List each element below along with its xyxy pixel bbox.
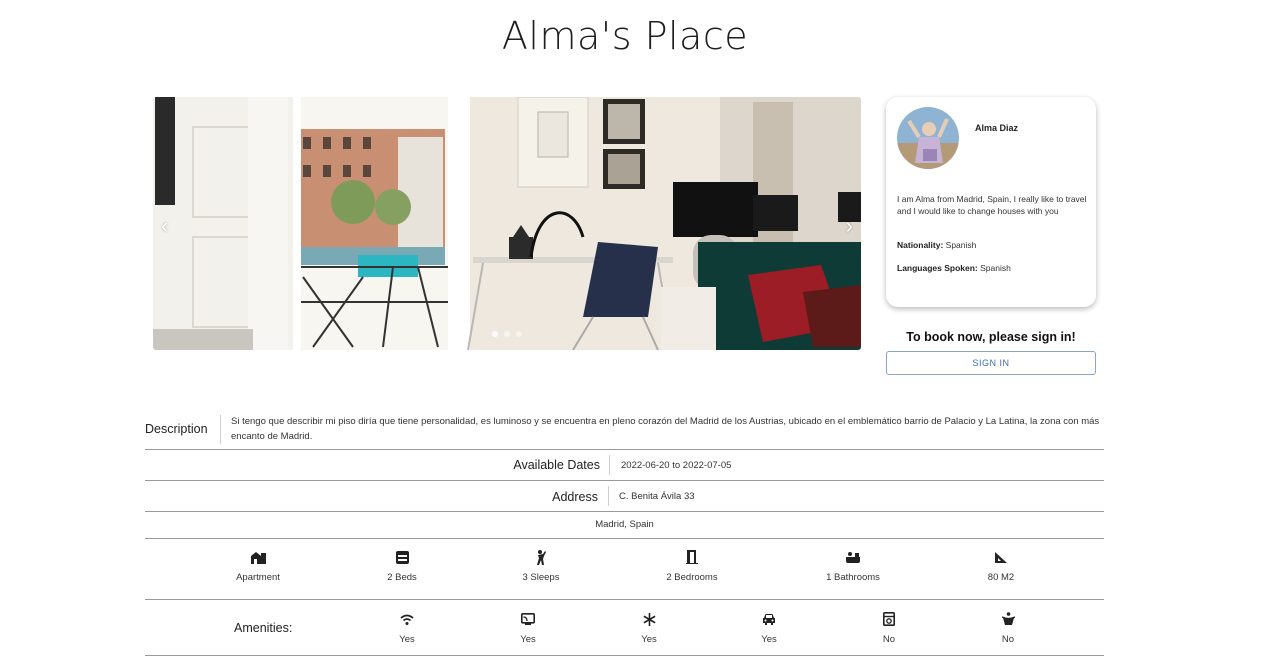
area-icon [995, 551, 1007, 563]
divider [145, 511, 1104, 512]
host-nationality: Nationality: Spanish [897, 240, 976, 250]
amenity-tv: Yes [468, 610, 588, 645]
feature-label: 3 Sleeps [522, 572, 560, 583]
amenity-value: No [1001, 634, 1015, 645]
amenity-value: Yes [399, 634, 415, 645]
amenity-value: Yes [641, 634, 657, 645]
snowflake-icon [642, 612, 656, 626]
feature-bathrooms: 1 Bathrooms [793, 548, 913, 583]
amenity-wifi: Yes [347, 610, 467, 645]
amenity-value: No [882, 634, 896, 645]
dates-label: Available Dates [513, 458, 600, 472]
divider [145, 480, 1104, 481]
nationality-value: Spanish [945, 240, 977, 250]
tv-icon [521, 613, 535, 625]
apartment-icon [250, 551, 266, 564]
carousel-next-button[interactable]: › [846, 213, 853, 239]
feature-label: 2 Bedrooms [666, 572, 718, 583]
bathtub-icon [846, 551, 860, 563]
nationality-label: Nationality: [897, 240, 944, 250]
feature-label: 80 M2 [987, 572, 1015, 583]
divider [145, 449, 1104, 450]
avatar [897, 107, 959, 169]
book-prompt: To book now, please sign in! [906, 330, 1076, 344]
divider [145, 655, 1104, 656]
city-value: Madrid, Spain [595, 519, 654, 530]
carousel-dot[interactable] [504, 331, 510, 337]
address-label: Address [552, 490, 598, 504]
host-bio: I am Alma from Madrid, Spain, I really l… [897, 194, 1087, 216]
bed-icon [395, 550, 409, 564]
pet-icon [1001, 612, 1015, 625]
feature-label: Apartment [236, 572, 280, 583]
host-name: Alma Diaz [975, 123, 1019, 133]
door-icon [686, 550, 698, 564]
apartment-photo [153, 97, 861, 350]
amenity-parking: Yes [709, 610, 829, 645]
feature-area: 80 M2 [941, 548, 1061, 583]
feature-bedrooms: 2 Bedrooms [632, 548, 752, 583]
host-languages: Languages Spoken: Spanish [897, 263, 1011, 273]
wifi-icon [400, 614, 414, 625]
languages-value: Spanish [980, 263, 1011, 273]
amenities-label: Amenities: [234, 621, 293, 635]
description-label: Description [145, 422, 208, 436]
sign-in-button[interactable]: SIGN IN [886, 351, 1096, 375]
divider [609, 455, 610, 475]
amenity-air-conditioning: Yes [589, 610, 709, 645]
host-card: Alma Diaz I am Alma from Madrid, Spain, … [886, 97, 1096, 307]
carousel-prev-button[interactable]: ‹ [161, 213, 168, 239]
divider [220, 415, 221, 444]
feature-apartment: Apartment [198, 548, 318, 583]
car-icon [763, 614, 775, 625]
carousel-dot[interactable] [516, 331, 522, 337]
feature-label: 2 Beds [387, 572, 417, 583]
address-value: C. Benita Ávila 33 [619, 491, 695, 502]
feature-sleeps: 3 Sleeps [481, 548, 601, 583]
feature-label: 1 Bathrooms [826, 572, 880, 583]
page-title: Alma's Place [501, 14, 749, 58]
languages-label: Languages Spoken: [897, 263, 978, 273]
amenity-value: Yes [520, 634, 536, 645]
carousel-indicators [153, 324, 861, 342]
person-icon [537, 549, 546, 565]
washer-icon [883, 612, 895, 626]
description-text: Si tengo que describir mi piso diría que… [231, 416, 1100, 442]
divider [145, 538, 1104, 539]
photo-carousel[interactable]: ‹ › [153, 97, 861, 350]
feature-beds: 2 Beds [342, 548, 462, 583]
amenity-value: Yes [761, 634, 777, 645]
amenity-pets: No [948, 610, 1068, 645]
carousel-dot[interactable] [492, 331, 498, 337]
dates-value: 2022-06-20 to 2022-07-05 [621, 460, 732, 471]
divider [608, 486, 609, 506]
divider [145, 599, 1104, 600]
amenity-washer: No [829, 610, 949, 645]
